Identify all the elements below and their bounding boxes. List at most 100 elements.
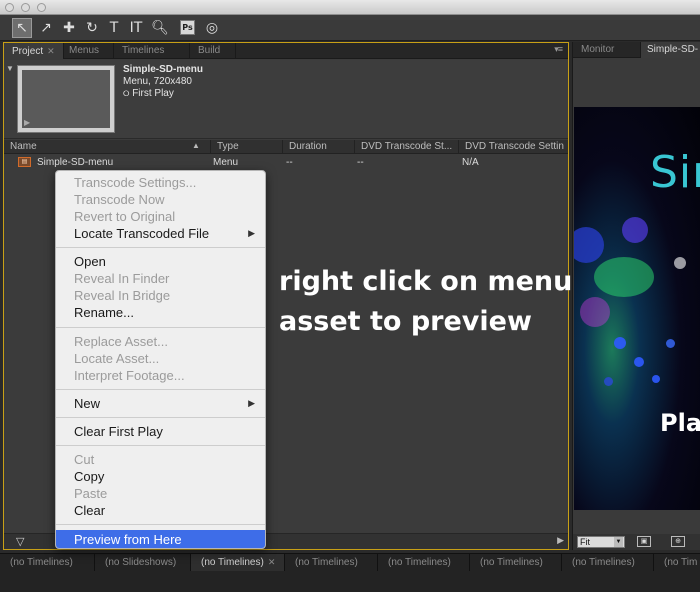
scroll-right-icon[interactable]: ▶ bbox=[557, 535, 564, 546]
menu-item-clear-first-play[interactable]: Clear First Play bbox=[56, 423, 265, 440]
rotate-tool-icon[interactable]: ↻ bbox=[82, 18, 102, 38]
filter-icon[interactable]: ▽ bbox=[16, 535, 24, 548]
tab-timeline[interactable]: (no Timelines) bbox=[470, 554, 562, 571]
preview-play-text: Pla bbox=[660, 409, 700, 437]
column-duration[interactable]: Duration bbox=[282, 140, 354, 154]
row-transcode-status: -- bbox=[357, 157, 364, 168]
photoshop-icon[interactable]: Ps bbox=[180, 20, 195, 35]
tab-timeline-active-label: (no Timelines) bbox=[201, 557, 264, 568]
menu-asset-icon: ▤ bbox=[18, 157, 31, 167]
menu-item-interpret-footage[interactable]: Interpret Footage... bbox=[56, 367, 265, 384]
menu-item-cut[interactable]: Cut bbox=[56, 451, 265, 468]
annotation-line-2: asset to preview bbox=[279, 306, 532, 337]
context-menu: Transcode Settings... Transcode Now Reve… bbox=[55, 170, 266, 549]
tab-slideshows[interactable]: (no Slideshows) bbox=[95, 554, 191, 571]
grid-icon[interactable]: ⊕ bbox=[671, 536, 685, 547]
menu-separator bbox=[56, 389, 265, 390]
vertical-text-tool-icon[interactable]: IT bbox=[126, 18, 146, 38]
disc-icon[interactable]: ◎ bbox=[202, 18, 222, 38]
tab-timeline[interactable]: (no Timelines) bbox=[0, 554, 95, 571]
zoom-select[interactable]: Fit ▼ bbox=[577, 536, 625, 548]
preview-asset-name: Simple-SD-menu bbox=[123, 64, 204, 75]
asset-preview-area: ▼ ▶ Simple-SD-menu Menu, 720x480 ⭘ First… bbox=[4, 60, 568, 139]
menu-separator bbox=[56, 524, 265, 525]
close-window-icon[interactable] bbox=[5, 3, 14, 12]
selection-tool-icon[interactable]: ↖ bbox=[12, 18, 32, 38]
table-row[interactable]: ▤ Simple-SD-menu Menu -- -- N/A bbox=[4, 155, 568, 170]
tab-menus[interactable]: Menus bbox=[61, 43, 114, 59]
row-name: Simple-SD-menu bbox=[37, 157, 114, 168]
tab-build-label: Build bbox=[198, 45, 221, 56]
tab-project[interactable]: Project ✕ bbox=[4, 43, 64, 59]
annotation-line-1: right click on menu bbox=[279, 266, 573, 297]
tab-monitor-label: Monitor bbox=[581, 44, 615, 55]
menu-separator bbox=[56, 445, 265, 446]
menu-item-copy[interactable]: Copy bbox=[56, 468, 265, 485]
menu-item-open[interactable]: Open bbox=[56, 253, 265, 270]
menu-item-reveal-in-finder[interactable]: Reveal In Finder bbox=[56, 270, 265, 287]
menu-item-paste[interactable]: Paste bbox=[56, 485, 265, 502]
menu-separator bbox=[56, 417, 265, 418]
menu-item-rename[interactable]: Rename... bbox=[56, 304, 265, 321]
tab-timeline[interactable]: (no Tim bbox=[654, 554, 700, 571]
collapse-triangle-icon[interactable]: ▼ bbox=[6, 64, 14, 73]
tab-timeline-active[interactable]: (no Timelines) ✕ bbox=[191, 554, 285, 571]
menu-item-replace-asset[interactable]: Replace Asset... bbox=[56, 333, 265, 350]
column-type[interactable]: Type bbox=[210, 140, 282, 154]
menu-separator bbox=[56, 327, 265, 328]
menu-item-transcode-settings[interactable]: Transcode Settings... bbox=[56, 174, 265, 191]
menu-preview-viewport[interactable]: Sim Pla bbox=[574, 107, 700, 510]
menu-item-label: New bbox=[74, 396, 101, 411]
row-duration: -- bbox=[286, 157, 293, 168]
close-icon[interactable]: ✕ bbox=[47, 46, 55, 56]
sort-ascending-icon[interactable]: ▲ bbox=[192, 141, 200, 150]
preview-title-text: Sim bbox=[650, 147, 700, 198]
zoom-window-icon[interactable] bbox=[37, 3, 46, 12]
column-name[interactable]: Name bbox=[4, 140, 212, 154]
chevron-down-icon: ▼ bbox=[614, 537, 623, 547]
safe-area-icon[interactable]: ▣ bbox=[637, 536, 651, 547]
toolbar: ↖ ↗ ✚ ↻ T IT 🔍︎ Ps ◎ bbox=[0, 15, 700, 41]
panel-menu-icon[interactable]: ▾≡ bbox=[554, 44, 563, 55]
text-tool-icon[interactable]: T bbox=[104, 18, 124, 38]
add-tool-icon[interactable]: ✚ bbox=[59, 18, 79, 38]
menu-item-label: Locate Transcoded File bbox=[74, 226, 210, 241]
play-icon[interactable]: ▶ bbox=[24, 118, 30, 127]
column-header: Name ▲ Type Duration DVD Transcode St...… bbox=[4, 140, 568, 154]
menu-item-locate-asset[interactable]: Locate Asset... bbox=[56, 350, 265, 367]
asset-thumbnail: ▶ bbox=[17, 65, 115, 133]
menu-separator bbox=[56, 247, 265, 248]
column-transcode-settings[interactable]: DVD Transcode Settin bbox=[458, 140, 570, 154]
minimize-window-icon[interactable] bbox=[21, 3, 30, 12]
tab-timelines-label: Timelines bbox=[122, 45, 165, 56]
tab-timeline[interactable]: (no Timelines) bbox=[562, 554, 654, 571]
instruction-annotation: right click on menu asset to preview bbox=[279, 262, 572, 342]
first-play-label: First Play bbox=[132, 88, 174, 99]
tab-build[interactable]: Build bbox=[190, 43, 236, 59]
tab-simple-sd-menu[interactable]: Simple-SD- bbox=[641, 42, 700, 58]
menu-item-locate-transcoded-file[interactable]: Locate Transcoded File ▶ bbox=[56, 225, 265, 242]
menu-item-preview-from-here[interactable]: Preview from Here bbox=[56, 530, 265, 548]
tab-timeline[interactable]: (no Timelines) bbox=[378, 554, 470, 571]
zoom-value: Fit bbox=[580, 537, 590, 547]
tab-timelines[interactable]: Timelines bbox=[114, 43, 190, 59]
tab-project-label: Project bbox=[12, 46, 44, 57]
row-transcode-settings: N/A bbox=[462, 157, 479, 168]
monitor-controls: Fit ▼ ▣ ⊕ bbox=[573, 534, 700, 550]
close-icon[interactable]: ✕ bbox=[268, 557, 276, 567]
menu-item-reveal-in-bridge[interactable]: Reveal In Bridge bbox=[56, 287, 265, 304]
column-transcode-status[interactable]: DVD Transcode St... bbox=[354, 140, 458, 154]
menu-item-clear[interactable]: Clear bbox=[56, 502, 265, 519]
menu-item-transcode-now[interactable]: Transcode Now bbox=[56, 191, 265, 208]
timeline-tabs-bar: (no Timelines) (no Slideshows) (no Timel… bbox=[0, 553, 700, 592]
zoom-tool-icon[interactable]: 🔍︎ bbox=[150, 18, 170, 38]
monitor-panel-tabs: Monitor Simple-SD- bbox=[573, 42, 700, 58]
menu-item-new[interactable]: New ▶ bbox=[56, 395, 265, 412]
tab-monitor[interactable]: Monitor bbox=[573, 42, 641, 58]
tab-timeline[interactable]: (no Timelines) bbox=[285, 554, 378, 571]
direct-select-tool-icon[interactable]: ↗ bbox=[36, 18, 56, 38]
menu-item-revert-to-original[interactable]: Revert to Original bbox=[56, 208, 265, 225]
preview-first-play: ⭘ First Play bbox=[123, 88, 174, 99]
row-type: Menu bbox=[213, 157, 239, 168]
monitor-panel: Monitor Simple-SD- Sim Pla Fit ▼ ▣ ⊕ bbox=[572, 42, 700, 550]
